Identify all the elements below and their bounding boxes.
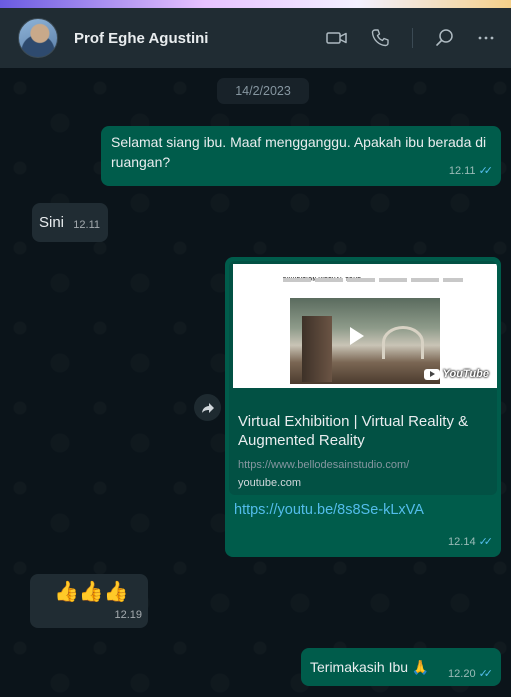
voice-call-icon[interactable] — [370, 28, 390, 48]
chat-area[interactable]: 14/2/2023 Selamat siang ibu. Maaf mengga… — [0, 68, 511, 697]
message-time: 12.14 — [448, 536, 476, 548]
outgoing-message[interactable]: Selamat siang ibu. Maaf mengganggu. Apak… — [101, 126, 501, 186]
contact-name[interactable]: Prof Eghe Agustini — [74, 30, 208, 47]
message-meta: 12.14 ✓✓ — [448, 532, 494, 552]
video-thumbnail[interactable]: EXHIBITION VIRTUAL TOUR YouTube — [233, 264, 497, 388]
header-divider — [412, 28, 413, 48]
search-icon[interactable] — [435, 28, 455, 48]
preview-title: Virtual Exhibition | Virtual Reality & A… — [238, 413, 469, 449]
message-meta: 12.11 — [73, 215, 100, 235]
avatar[interactable] — [18, 18, 58, 58]
link-preview[interactable]: EXHIBITION VIRTUAL TOUR YouTube Virtual … — [229, 261, 497, 495]
message-link[interactable]: https://youtu.be/8s8Se-kLxVA — [234, 500, 424, 520]
video-call-icon[interactable] — [326, 30, 348, 46]
chat-header: Prof Eghe Agustini — [0, 8, 511, 68]
youtube-logo-icon — [423, 368, 440, 380]
thumbnail-text-lines — [283, 278, 463, 282]
message-text: Selamat siang ibu. Maaf mengganggu. Apak… — [111, 134, 487, 170]
message-time: 12.11 — [448, 165, 476, 177]
message-text: 👍👍👍 — [54, 581, 129, 603]
message-meta: 12.11 ✓✓ — [448, 161, 494, 181]
outgoing-message[interactable]: Terimakasih Ibu 🙏 12.20 ✓✓ — [301, 648, 501, 686]
thumbnail-image — [290, 298, 440, 384]
read-ticks-icon: ✓✓ — [478, 536, 494, 548]
message-meta: 12.19 — [114, 605, 142, 625]
message-text: Sini — [39, 214, 65, 231]
incoming-message[interactable]: 👍👍👍 12.19 — [30, 574, 148, 628]
forward-icon[interactable] — [194, 394, 221, 421]
menu-icon[interactable] — [477, 35, 495, 41]
youtube-badge: YouTube — [423, 364, 489, 384]
read-ticks-icon: ✓✓ — [478, 165, 494, 177]
message-meta: 12.20 ✓✓ — [448, 664, 494, 684]
incoming-message[interactable]: Sini 12.11 — [32, 203, 108, 242]
play-icon[interactable] — [350, 327, 364, 345]
date-divider: 14/2/2023 — [217, 78, 309, 104]
message-time: 12.11 — [73, 219, 100, 231]
outgoing-link-message[interactable]: EXHIBITION VIRTUAL TOUR YouTube Virtual … — [225, 257, 501, 557]
preview-url: https://www.bellodesainstudio.com/ — [238, 459, 410, 471]
header-actions — [326, 8, 495, 68]
message-time: 12.19 — [114, 609, 142, 621]
youtube-badge-label: YouTube — [442, 368, 489, 380]
preview-domain: youtube.com — [238, 477, 301, 489]
message-time: 12.20 — [448, 668, 476, 680]
read-ticks-icon: ✓✓ — [478, 668, 494, 680]
window-top-strip — [0, 0, 511, 8]
message-text: Terimakasih Ibu 🙏 — [310, 659, 430, 675]
